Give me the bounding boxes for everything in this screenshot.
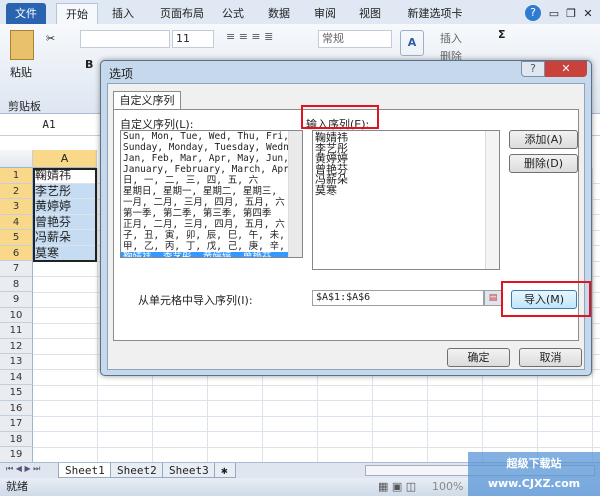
align-icons[interactable]: ≡ ≡ ≡ ≣ bbox=[226, 30, 273, 43]
add-button[interactable]: 添加(A) bbox=[509, 130, 578, 149]
entry-line: 莫寒 bbox=[315, 183, 337, 197]
help-icon[interactable]: ? bbox=[521, 61, 545, 77]
row-header[interactable]: 10 bbox=[0, 307, 33, 323]
paste-icon[interactable] bbox=[10, 30, 34, 60]
import-label: 从单元格中导入序列(I): bbox=[138, 294, 253, 307]
row-header[interactable]: 18 bbox=[0, 431, 33, 447]
restore-icon[interactable]: ❐ bbox=[565, 3, 577, 24]
list-entries-textarea[interactable]: 鞠婧祎 李艺彤 黄婷婷 曾艳芬 冯薪朵 莫寒 bbox=[312, 130, 500, 270]
tab-review[interactable]: 审阅 bbox=[310, 3, 340, 24]
font-size-select[interactable]: 11 bbox=[172, 30, 214, 48]
tab-home[interactable]: 开始 bbox=[56, 3, 98, 24]
cut-icon[interactable]: ✂ bbox=[46, 32, 55, 45]
row-header[interactable]: 13 bbox=[0, 354, 33, 370]
custom-list-item[interactable]: Jan, Feb, Mar, Apr, May, Jun, J bbox=[121, 153, 302, 164]
delete-button[interactable]: 删除(D) bbox=[509, 154, 578, 173]
cancel-button[interactable]: 取消 bbox=[519, 348, 582, 367]
tab-insert[interactable]: 插入 bbox=[108, 3, 138, 24]
custom-list-item[interactable]: 星期日, 星期一, 星期二, 星期三, bbox=[121, 186, 302, 197]
custom-list-item[interactable]: 正月, 二月, 三月, 四月, 五月, 六 bbox=[121, 219, 302, 230]
tab-page-layout[interactable]: 页面布局 bbox=[152, 3, 212, 24]
row-header[interactable]: 5 bbox=[0, 230, 33, 246]
ribbon-tabs: 文件 开始 插入 页面布局 公式 数据 审阅 视图 新建选项卡 ? ▭ ❐ ✕ bbox=[0, 0, 600, 24]
selection-range bbox=[33, 168, 97, 262]
tab-view[interactable]: 视图 bbox=[355, 3, 385, 24]
font-name-select[interactable] bbox=[80, 30, 170, 48]
sheet-tab-3[interactable]: Sheet3 bbox=[162, 463, 216, 478]
tab-custom-lists[interactable]: 自定义序列 bbox=[113, 91, 181, 110]
row-header[interactable]: 9 bbox=[0, 292, 33, 308]
name-box[interactable]: A1 bbox=[2, 116, 96, 134]
grid-line bbox=[592, 168, 593, 462]
entry-line: 冯薪朵 bbox=[315, 173, 348, 186]
row-header[interactable]: 12 bbox=[0, 338, 33, 354]
row-header[interactable]: 14 bbox=[0, 369, 33, 385]
custom-list-item[interactable]: 甲, 乙, 丙, 丁, 戊, 己, 庚, 辛, bbox=[121, 241, 302, 252]
select-all[interactable] bbox=[0, 150, 33, 168]
tab-formulas[interactable]: 公式 bbox=[218, 3, 248, 24]
row-header[interactable]: 8 bbox=[0, 276, 33, 292]
row-header[interactable]: 15 bbox=[0, 385, 33, 401]
sheet-tab-1[interactable]: Sheet1 bbox=[58, 463, 112, 478]
grid-line bbox=[97, 168, 98, 462]
dialog-close-icon[interactable]: ✕ bbox=[545, 61, 587, 77]
custom-list-item[interactable]: 日, 一, 二, 三, 四, 五, 六 bbox=[121, 175, 302, 186]
listbox-scrollbar[interactable] bbox=[288, 131, 302, 257]
zoom-level[interactable]: 100% bbox=[432, 478, 463, 496]
custom-list-item[interactable]: January, February, March, April bbox=[121, 164, 302, 175]
new-sheet-icon[interactable]: ✱ bbox=[214, 463, 236, 478]
row-header[interactable]: 6 bbox=[0, 245, 33, 261]
custom-list-item[interactable]: 第一季, 第二季, 第三季, 第四季 bbox=[121, 208, 302, 219]
bold-button[interactable]: B bbox=[85, 58, 93, 71]
custom-list-item[interactable]: 鞠婧祎, 李艺彤, 黄婷婷, 曾艳芬, bbox=[121, 252, 302, 257]
row-header[interactable]: 1 bbox=[0, 168, 33, 184]
tab-data[interactable]: 数据 bbox=[264, 3, 294, 24]
custom-list-item[interactable]: 子, 丑, 寅, 卯, 辰, 巳, 午, 未, bbox=[121, 230, 302, 241]
number-format-select[interactable]: 常规 bbox=[318, 30, 392, 48]
autosum-icon[interactable]: Σ bbox=[498, 28, 506, 41]
dialog-title: 选项 bbox=[109, 67, 134, 81]
minimize-icon[interactable]: ▭ bbox=[548, 3, 560, 24]
close-icon[interactable]: ✕ bbox=[582, 3, 594, 24]
row-header[interactable]: 11 bbox=[0, 323, 33, 339]
status-ready: 就绪 bbox=[6, 480, 28, 493]
paste-label[interactable]: 粘贴 bbox=[10, 64, 32, 80]
view-icons[interactable]: ▦ ▣ ◫ bbox=[378, 478, 416, 496]
styles-icon[interactable]: A bbox=[400, 30, 424, 56]
help-icon[interactable]: ? bbox=[525, 5, 541, 21]
watermark: 超级下载站 www.CJXZ.com bbox=[468, 452, 600, 496]
row-header[interactable]: 17 bbox=[0, 416, 33, 432]
tab-file[interactable]: 文件 bbox=[6, 3, 46, 24]
row-header[interactable]: 2 bbox=[0, 183, 33, 199]
custom-list-item[interactable]: 一月, 二月, 三月, 四月, 五月, 六 bbox=[121, 197, 302, 208]
custom-list-item[interactable]: Sunday, Monday, Tuesday, Wednes bbox=[121, 142, 302, 153]
row-header[interactable]: 4 bbox=[0, 214, 33, 230]
sheet-nav-icons[interactable]: ⏮ ◀ ▶ ⏭ bbox=[6, 464, 40, 474]
import-range-input[interactable]: $A$1:$A$6 bbox=[312, 290, 484, 306]
row-header[interactable]: 3 bbox=[0, 199, 33, 215]
insert-cells-button[interactable]: 插入 bbox=[440, 30, 462, 46]
collapse-dialog-icon[interactable]: ▤ bbox=[484, 290, 502, 306]
row-header[interactable]: 7 bbox=[0, 261, 33, 277]
custom-list-item[interactable]: Sun, Mon, Tue, Wed, Thu, Fri, S bbox=[121, 131, 302, 142]
row-header[interactable]: 19 bbox=[0, 447, 33, 463]
row-header[interactable]: 16 bbox=[0, 400, 33, 416]
column-header-a[interactable]: A bbox=[33, 150, 97, 168]
clipboard-group: 剪贴板 bbox=[8, 100, 41, 113]
highlight-entries-label bbox=[301, 105, 379, 129]
ok-button[interactable]: 确定 bbox=[447, 348, 510, 367]
options-dialog: 选项 ? ✕ 自定义序列 自定义序列(L): Sun, Mon, Tue, We… bbox=[100, 60, 592, 376]
tab-new[interactable]: 新建选项卡 bbox=[400, 3, 470, 24]
sheet-tab-2[interactable]: Sheet2 bbox=[110, 463, 164, 478]
entries-scrollbar[interactable] bbox=[485, 131, 499, 269]
highlight-import-button bbox=[501, 281, 591, 317]
custom-lists-listbox[interactable]: Sun, Mon, Tue, Wed, Thu, Fri, S Sunday, M… bbox=[120, 130, 303, 258]
